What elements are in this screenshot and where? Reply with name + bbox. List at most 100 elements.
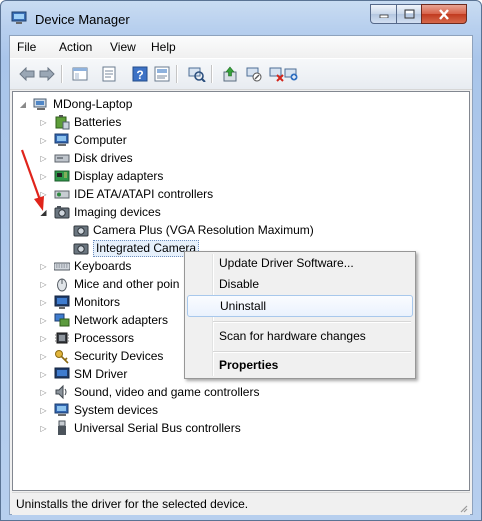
expand-glyph[interactable]: ▷ [39, 257, 48, 275]
network-adapter-icon [54, 313, 70, 327]
device-manager-icon [11, 11, 27, 24]
menu-file[interactable]: File [17, 40, 36, 54]
minimize-icon [379, 14, 388, 18]
mouse-icon [57, 278, 67, 292]
context-item-properties[interactable]: Properties [187, 354, 413, 376]
expand-glyph[interactable]: ▷ [39, 293, 48, 311]
expand-glyph[interactable]: ▷ [39, 311, 48, 329]
context-item-disable[interactable]: Disable [187, 273, 413, 295]
properties-icon [102, 66, 116, 82]
expand-glyph[interactable]: ▷ [39, 131, 48, 149]
view-icon [154, 66, 170, 82]
maximize-icon [404, 9, 414, 19]
tree-item-monitors[interactable]: ▷ Monitors [39, 293, 120, 311]
display-adapter-icon [54, 170, 70, 182]
show-hide-console-tree-icon [72, 67, 88, 81]
tree-item-display-adapters[interactable]: ▷ Display adapters [39, 167, 163, 185]
context-item-uninstall[interactable]: Uninstall [187, 295, 413, 317]
tree-item-imaging-devices[interactable]: ◢ Imaging devices [39, 203, 160, 221]
tree-item-sound-video-game[interactable]: ▷ Sound, video and game controllers [39, 383, 259, 401]
tree-item-label: IDE ATA/ATAPI controllers [74, 187, 214, 201]
processor-icon [55, 332, 69, 344]
expand-glyph[interactable]: ▷ [39, 113, 48, 131]
tree-item-network-adapters[interactable]: ▷ Network adapters [39, 311, 168, 329]
tree-item-label: SM Driver [74, 367, 128, 381]
context-item-scan-hardware[interactable]: Scan for hardware changes [187, 325, 413, 347]
tree-item-integrated-camera[interactable]: Integrated Camera [73, 239, 200, 257]
tree-item-label: Monitors [74, 295, 121, 309]
status-bar: Uninstalls the driver for the selected d… [12, 492, 470, 515]
expand-glyph[interactable]: ▷ [39, 167, 48, 185]
tree-item-label: Keyboards [74, 259, 132, 273]
security-key-icon [55, 350, 69, 364]
menu-help[interactable]: Help [151, 40, 176, 54]
title-bar[interactable]: Device Manager [1, 1, 481, 35]
back-button[interactable] [17, 64, 37, 84]
tree-item-system-devices[interactable]: ▷ System devices [39, 401, 158, 419]
tree-item-label: System devices [74, 403, 159, 417]
expand-glyph[interactable]: ▷ [39, 275, 48, 293]
forward-button[interactable] [37, 64, 57, 84]
context-menu-separator [213, 321, 411, 323]
computer-icon [54, 133, 69, 146]
expand-glyph[interactable]: ▷ [39, 185, 48, 203]
expand-glyph[interactable]: ▷ [39, 329, 48, 347]
tree-item-disk-drives[interactable]: ▷ Disk drives [39, 149, 133, 167]
scan-hardware-button[interactable] [187, 64, 207, 84]
tree-item-camera-plus[interactable]: Camera Plus (VGA Resolution Maximum) [73, 221, 314, 239]
expand-glyph[interactable]: ▷ [39, 383, 48, 401]
properties-button[interactable] [99, 64, 119, 84]
update-driver-icon [223, 66, 237, 82]
speaker-icon [55, 384, 67, 400]
maximize-button[interactable] [396, 4, 422, 24]
battery-icon [55, 115, 70, 130]
menu-view[interactable]: View [110, 40, 136, 54]
tree-item-ide-controllers[interactable]: ▷ IDE ATA/ATAPI controllers [39, 185, 213, 203]
computer-icon [33, 98, 47, 110]
tree-item-keyboards[interactable]: ▷ Keyboards [39, 257, 131, 275]
toolbar-separator [61, 65, 63, 83]
disk-drive-icon [54, 154, 70, 163]
camera-icon [73, 225, 89, 237]
context-menu: Update Driver Software... Disable Uninst… [184, 251, 416, 379]
tree-item-usb-controllers[interactable]: ▷ Universal Serial Bus controllers [39, 419, 241, 437]
disable-device-button[interactable] [244, 64, 264, 84]
tree-item-security-devices[interactable]: ▷ Security Devices [39, 347, 163, 365]
help-button[interactable]: ? [130, 64, 150, 84]
collapse-glyph[interactable]: ◢ [17, 95, 29, 113]
add-legacy-hardware-button[interactable] [281, 64, 301, 84]
tree-item-batteries[interactable]: ▷ Batteries [39, 113, 121, 131]
camera-icon [54, 206, 70, 219]
resize-grip-icon[interactable] [458, 503, 468, 513]
svg-text:?: ? [136, 68, 143, 82]
tree-item-mice[interactable]: ▷ Mice and other poin [39, 275, 179, 293]
minimize-button[interactable] [370, 4, 397, 24]
expand-glyph[interactable]: ▷ [39, 365, 48, 383]
forward-icon [39, 67, 55, 81]
tree-item-label: Network adapters [74, 313, 169, 327]
expand-glyph[interactable]: ▷ [39, 149, 48, 167]
tree-item-processors[interactable]: ▷ Processors [39, 329, 134, 347]
close-button[interactable] [421, 4, 467, 24]
tree-item-sm-driver[interactable]: ▷ SM Driver [39, 365, 127, 383]
expand-glyph[interactable]: ▷ [39, 401, 48, 419]
menu-action[interactable]: Action [59, 40, 92, 54]
view-button[interactable] [152, 64, 172, 84]
usb-icon [58, 420, 66, 435]
tree-root[interactable]: ◢ MDong-Laptop [17, 95, 132, 113]
tree-item-label: Batteries [74, 115, 122, 129]
tree-item-label: Camera Plus (VGA Resolution Maximum) [93, 223, 314, 237]
tree-item-label: Disk drives [74, 151, 133, 165]
collapse-glyph[interactable]: ◢ [39, 203, 48, 221]
update-driver-button[interactable] [220, 64, 240, 84]
context-item-update-driver[interactable]: Update Driver Software... [187, 252, 413, 274]
expand-glyph[interactable]: ▷ [39, 419, 48, 437]
monitor-icon [54, 295, 70, 309]
toolbar-separator [176, 65, 178, 83]
tree-item-label: Processors [74, 331, 135, 345]
show-hide-console-tree-button[interactable] [70, 64, 90, 84]
expand-glyph[interactable]: ▷ [39, 347, 48, 365]
back-icon [19, 67, 35, 81]
tree-item-computer[interactable]: ▷ Computer [39, 131, 126, 149]
scan-hardware-icon [188, 67, 206, 82]
